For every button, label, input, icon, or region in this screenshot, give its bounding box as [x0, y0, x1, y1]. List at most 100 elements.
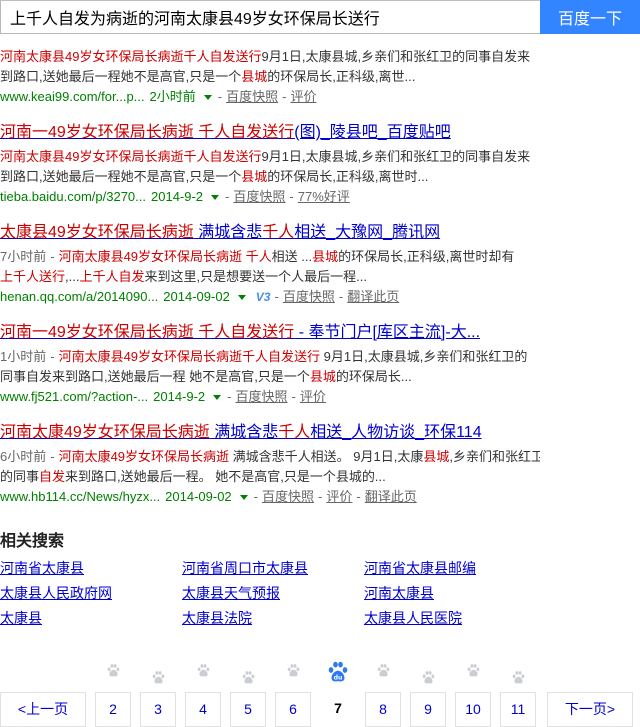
title-keyword[interactable]: 河南一49岁女环保局长病逝 千人自发送行 [0, 124, 294, 141]
result-meta-link[interactable]: 评价 [290, 89, 316, 104]
next-page-button[interactable]: 下一页> [547, 692, 633, 727]
paw-icon [287, 664, 299, 677]
related-row: 太康县 太康县法院 太康县人民医院 [0, 606, 560, 631]
separator: - [282, 89, 287, 104]
search-button[interactable]: 百度一下 [540, 0, 640, 34]
title-text[interactable]: (图)_陵县吧_百度贴吧 [294, 124, 450, 141]
title-keyword[interactable]: 千人 [262, 224, 294, 241]
related-search-link[interactable]: 太康县天气预报 [182, 581, 364, 606]
result-date: 2014-09-02 [163, 289, 230, 304]
search-result: 河南太康县49岁女环保局长病逝千人自发送行9月1日,太康县城,乡亲们和张红卫的同… [0, 47, 540, 107]
snippet-keyword: 县城 [309, 369, 336, 384]
related-search-link[interactable]: 河南省太康县邮编 [364, 556, 546, 581]
related-search-link[interactable]: 河南省周口市太康县 [182, 556, 364, 581]
result-meta-link[interactable]: 百度快照 [262, 489, 314, 504]
page-link[interactable]: 2 [95, 692, 131, 727]
result-date: 2014-9-2 [153, 389, 206, 404]
snippet-keyword: 河南太康49岁女环保局长病逝 [58, 449, 230, 464]
title-text[interactable]: 满城含悲 [194, 224, 262, 241]
caret-down-icon[interactable] [239, 495, 248, 501]
related-row: 河南省太康县 河南省周口市太康县 河南省太康县邮编 [0, 556, 560, 581]
snippet-keyword: 河南太康县49岁女环保局长病逝千人自发送行 [0, 149, 262, 164]
snippet-time: 7小时前 [0, 249, 47, 264]
separator: - [318, 489, 323, 504]
result-date: 2小时前 [149, 89, 196, 104]
pagination: <上一页 2 3 4 5 6 du 7 8 9 10 11 下一页> [0, 655, 640, 727]
prev-page-button[interactable]: <上一页 [0, 692, 86, 727]
caret-down-icon[interactable] [203, 95, 212, 101]
separator: - [227, 389, 232, 404]
page-link[interactable]: 4 [185, 692, 221, 727]
separator: - [338, 289, 344, 304]
result-meta-link[interactable]: 翻译此页 [365, 489, 417, 504]
snippet-text: 到路口,送她最后一程她不是高官,只是一个 [0, 69, 242, 84]
page-link[interactable]: 6 [275, 692, 311, 727]
paw-icon [377, 664, 389, 677]
related-search-link[interactable]: 太康县人民医院 [364, 606, 546, 631]
title-keyword[interactable]: 河南一49岁女环保局长病逝 千人自发送行 [0, 324, 294, 341]
result-snippet: 7小时前 - 河南太康县49岁女环保局长病逝 千人相送 ...县城的环保局长,正科级… [0, 247, 540, 287]
title-keyword[interactable]: 千人 [278, 424, 310, 441]
related-search-link[interactable]: 河南太康县 [364, 581, 546, 606]
search-input[interactable] [0, 0, 540, 34]
result-meta-link[interactable]: 评价 [300, 389, 326, 404]
snippet-text: 的环保局长,正科级,离世时却有 [338, 249, 515, 264]
caret-down-icon[interactable] [213, 395, 222, 401]
title-text[interactable]: 相送_大豫网_腾讯网 [294, 224, 440, 241]
title-text[interactable]: - 奉节门户[库区主流]-大... [294, 324, 480, 341]
snippet-keyword: 自发 [39, 469, 66, 484]
page-link[interactable]: 8 [365, 692, 401, 727]
result-meta: www.fj521.com/?action-... 2014-9-2- 百度快照 - 评… [0, 387, 540, 407]
result-meta-link[interactable]: 百度快照 [226, 89, 278, 104]
snippet-keyword: 县城 [312, 249, 339, 264]
result-meta: www.keai99.com/for...p... 2小时前 - 百度快照 - 评价 [0, 87, 540, 107]
page-link[interactable]: 11 [500, 692, 536, 727]
result-date: 2014-9-2 [151, 189, 204, 204]
page-link[interactable]: 5 [230, 692, 266, 727]
title-text[interactable]: 满城含悲 [210, 424, 278, 441]
result-meta-link[interactable]: 百度快照 [233, 189, 285, 204]
snippet-text: 9月1日,太康县城,乡亲们和张红卫的同事自发来 [261, 49, 531, 64]
result-title-link[interactable]: 河南一49岁女环保局长病逝 千人自发送行(图)_陵县吧_百度贴吧 [0, 124, 451, 141]
verified-badge[interactable]: V3 [256, 290, 271, 304]
result-title-link[interactable]: 河南太康49岁女环保局长病逝 满城含悲千人相送_人物访谈_环保114 [0, 424, 482, 441]
related-search-link[interactable]: 太康县人民政府网 [0, 581, 182, 606]
result-meta-link[interactable]: 77%好评 [298, 189, 350, 204]
related-search-link[interactable]: 太康县法院 [182, 606, 364, 631]
search-result: 河南一49岁女环保局长病逝 千人自发送行 - 奉节门户[库区主流]-大... 1小… [0, 321, 540, 407]
snippet-line: 同事自发来到路口,送她最后一程 她不是高官,只是一个县城的环保局长... [0, 367, 540, 387]
caret-down-icon[interactable] [237, 295, 246, 301]
result-meta-link[interactable]: 百度快照 [236, 389, 288, 404]
paw-icon [107, 664, 119, 677]
result-meta: tieba.baidu.com/p/3270... 2014-9-2- 百度快照 -7… [0, 187, 540, 207]
snippet-text: 来到路口,送她最后一程。 她不是高官,只是一个县城的... [65, 469, 386, 484]
separator: - [289, 189, 294, 204]
title-keyword[interactable]: 太康县49岁女环保局长病逝 [0, 224, 194, 241]
title-text[interactable]: 相送_人物访谈_环保114 [310, 424, 481, 441]
snippet-line: 到路口,送她最后一程她不是高官,只是一个县城的环保局长,正科级,离世时... [0, 167, 540, 187]
related-search-link[interactable]: 太康县 [0, 606, 182, 631]
result-title-link[interactable]: 河南一49岁女环保局长病逝 千人自发送行 - 奉节门户[库区主流]-大... [0, 324, 480, 341]
paw-icon [197, 664, 209, 677]
page-link[interactable]: 3 [140, 692, 176, 727]
result-date: 2014-09-02 [165, 489, 232, 504]
caret-down-icon[interactable] [211, 195, 220, 201]
related-search-link[interactable]: 河南省太康县 [0, 556, 182, 581]
result-meta-link[interactable]: 评价 [326, 489, 352, 504]
separator: - [274, 289, 279, 304]
title-keyword[interactable]: 河南太康49岁女环保局长病逝 [0, 424, 210, 441]
result-snippet: 河南太康县49岁女环保局长病逝千人自发送行9月1日,太康县城,乡亲们和张红卫的同… [0, 47, 540, 87]
result-meta-link[interactable]: 翻译此页 [347, 289, 399, 304]
result-snippet: 河南太康县49岁女环保局长病逝千人自发送行9月1日,太康县城,乡亲们和张红卫的同… [0, 147, 540, 187]
page-link[interactable]: 10 [455, 692, 491, 727]
result-title-link[interactable]: 太康县49岁女环保局长病逝 满城含悲千人相送_大豫网_腾讯网 [0, 224, 440, 241]
paw-icon [242, 671, 254, 684]
separator: - [356, 489, 361, 504]
page-link[interactable]: 9 [410, 692, 446, 727]
result-url: www.hb114.cc/News/hyzx... [0, 489, 161, 504]
search-result: 河南一49岁女环保局长病逝 千人自发送行(图)_陵县吧_百度贴吧 河南太康县49岁… [0, 121, 540, 207]
separator: - [50, 249, 55, 264]
result-meta-link[interactable]: 百度快照 [283, 289, 335, 304]
paw-icon [467, 664, 479, 677]
snippet-text: 9月1日,太康县城,乡亲们和张红卫的 [320, 349, 528, 364]
